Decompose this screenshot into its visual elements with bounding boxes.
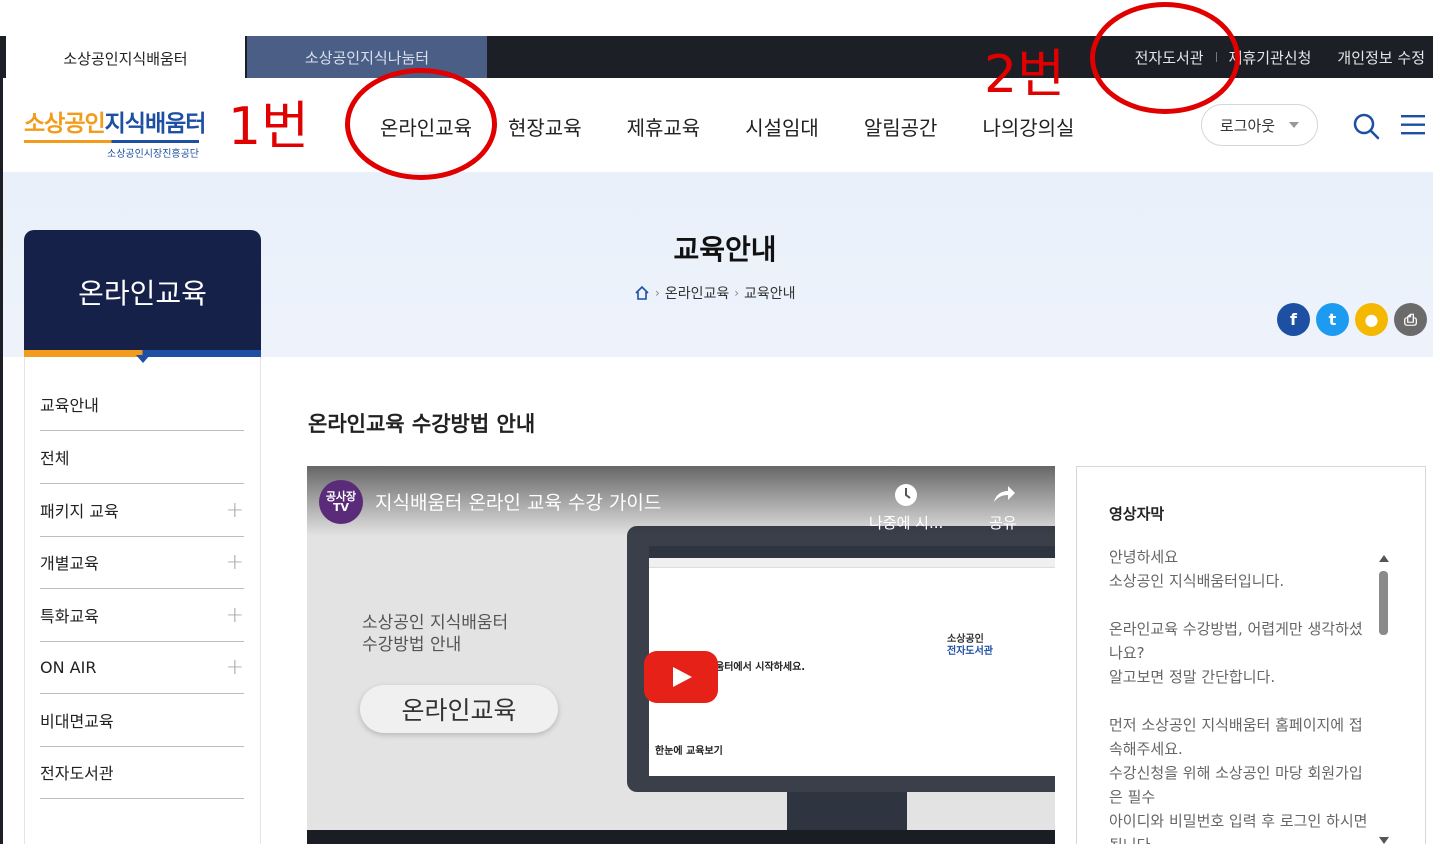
plus-icon[interactable]: + [226, 603, 244, 628]
sidebar-item-label: 비대면교육 [40, 712, 114, 731]
sidebar-item-guide[interactable]: 교육안내 [40, 378, 244, 431]
video-slide-pill: 온라인교육 [360, 685, 558, 733]
breadcrumb-item[interactable]: 교육안내 [744, 283, 796, 303]
sidebar-item-label: 교육안내 [40, 396, 99, 415]
logo-underline [24, 140, 199, 143]
sidebar-item-remote[interactable]: 비대면교육 [40, 694, 244, 747]
logo-text-blue: 지식배움터 [104, 111, 207, 137]
sidebar-item-individual[interactable]: 개별교육 + [40, 536, 244, 589]
print-icon[interactable]: ⎙ [1394, 303, 1427, 336]
subtitle-paragraph: 먼저 소상공인 지식배움터 홈페이지에 접속해주세요. 수강신청을 위해 소상공… [1109, 716, 1368, 844]
annotation-circle-2 [1090, 2, 1240, 114]
share-video-button[interactable]: 공유 [989, 482, 1017, 533]
plus-icon[interactable]: + [226, 498, 244, 523]
subtitle-panel: 영상자막 안녕하세요 소상공인 지식배움터입니다. 온라인교육 수강방법, 어렵… [1076, 466, 1426, 844]
video-title[interactable]: 지식배움터 온라인 교육 수강 가이드 [375, 488, 661, 515]
facebook-share-icon[interactable]: f [1277, 303, 1310, 336]
share-buttons: f t ● ⎙ [1277, 303, 1433, 336]
subtitle-text: 안녕하세요 소상공인 지식배움터입니다. 온라인교육 수강방법, 어렵게만 생각… [1109, 545, 1371, 844]
video-player[interactable]: 소상공인 지식배움터 수강방법 안내 온라인교육 움터에서 시작하세요. 소상공… [307, 466, 1055, 844]
subtitle-paragraph: 온라인교육 수강방법, 어렵게만 생각하셨나요? 알고보면 정말 간단합니다. [1109, 620, 1363, 686]
annotation-label-2: 2번 [984, 45, 1065, 105]
site-logo[interactable]: 소상공인지식배움터 소상공인시장진흥공단 [24, 104, 207, 160]
sidebar-item-label: 전체 [40, 449, 70, 468]
caret-down-icon [1289, 122, 1300, 128]
plus-icon[interactable]: + [226, 655, 244, 680]
sidebar-item-on-air[interactable]: ON AIR + [40, 641, 244, 694]
site-tab-learning[interactable]: 소상공인지식배움터 [6, 36, 245, 80]
sidebar-item-label: 개별교육 [40, 554, 99, 573]
video-bottom-strip [307, 830, 1055, 844]
gnb-notice-space[interactable]: 알림공간 [864, 112, 938, 141]
window-left-edge [0, 36, 3, 844]
channel-avatar[interactable]: 공사장 TV [319, 480, 363, 524]
scroll-up-icon[interactable] [1379, 555, 1389, 562]
kakaotalk-share-icon[interactable]: ● [1355, 303, 1388, 336]
section-title: 온라인교육 수강방법 안내 [308, 412, 536, 436]
youtube-play-icon[interactable] [644, 651, 718, 703]
sidebar-item-label: 패키지 교육 [40, 502, 119, 521]
logo-text-orange: 소상공인 [24, 111, 106, 137]
breadcrumb-item[interactable]: 온라인교육 [665, 283, 729, 303]
logout-dropdown[interactable]: 로그아웃 [1201, 104, 1318, 146]
sidebar-item-specialized[interactable]: 특화교육 + [40, 589, 244, 642]
logout-label: 로그아웃 [1219, 116, 1276, 135]
scroll-down-icon[interactable] [1379, 837, 1389, 844]
chevron-right-icon: › [655, 286, 660, 300]
home-icon[interactable] [634, 285, 650, 301]
sidebar-item-ebook-library[interactable]: 전자도서관 [40, 746, 244, 799]
hamburger-menu-icon[interactable] [1401, 114, 1425, 136]
video-slide-text: 소상공인 지식배움터 수강방법 안내 [362, 613, 509, 655]
subtitle-panel-title: 영상자막 [1109, 505, 1165, 523]
gnb-facility-rental[interactable]: 시설임대 [745, 112, 819, 141]
sidebar-item-label: 전자도서관 [40, 764, 114, 783]
breadcrumb: › 온라인교육 › 교육안내 [634, 283, 796, 303]
util-link-edit-profile[interactable]: 개인정보 수정 [1337, 47, 1425, 68]
subtitle-scrollbar[interactable] [1377, 555, 1389, 844]
share-arrow-icon [993, 486, 1015, 502]
twitter-share-icon[interactable]: t [1316, 303, 1349, 336]
sidebar-item-package[interactable]: 패키지 교육 + [40, 484, 244, 537]
logo-subtitle: 소상공인시장진흥공단 [107, 149, 199, 160]
annotation-label-1: 1번 [228, 97, 309, 157]
watch-later-button[interactable]: 나중에 시... [869, 482, 943, 533]
clock-icon [895, 484, 918, 506]
annotation-circle-1 [345, 68, 497, 180]
gnb-partner-education[interactable]: 제휴교육 [627, 112, 701, 141]
plus-icon[interactable]: + [226, 550, 244, 575]
subtitle-paragraph: 안녕하세요 소상공인 지식배움터입니다. [1109, 548, 1285, 590]
sidebar-item-label: 특화교육 [40, 607, 99, 626]
chevron-right-icon: › [734, 286, 740, 300]
scroll-thumb[interactable] [1379, 571, 1388, 635]
search-icon[interactable] [1352, 112, 1380, 140]
util-link-partner-apply[interactable]: 제휴기관신청 [1229, 47, 1312, 68]
sidebar-item-label: ON AIR [40, 657, 97, 677]
sidebar-title: 온라인교육 [24, 230, 261, 354]
gnb-my-classroom[interactable]: 나의강의실 [982, 112, 1074, 141]
sidebar-item-all[interactable]: 전체 [40, 431, 244, 484]
gnb-field-education[interactable]: 현장교육 [508, 112, 582, 141]
